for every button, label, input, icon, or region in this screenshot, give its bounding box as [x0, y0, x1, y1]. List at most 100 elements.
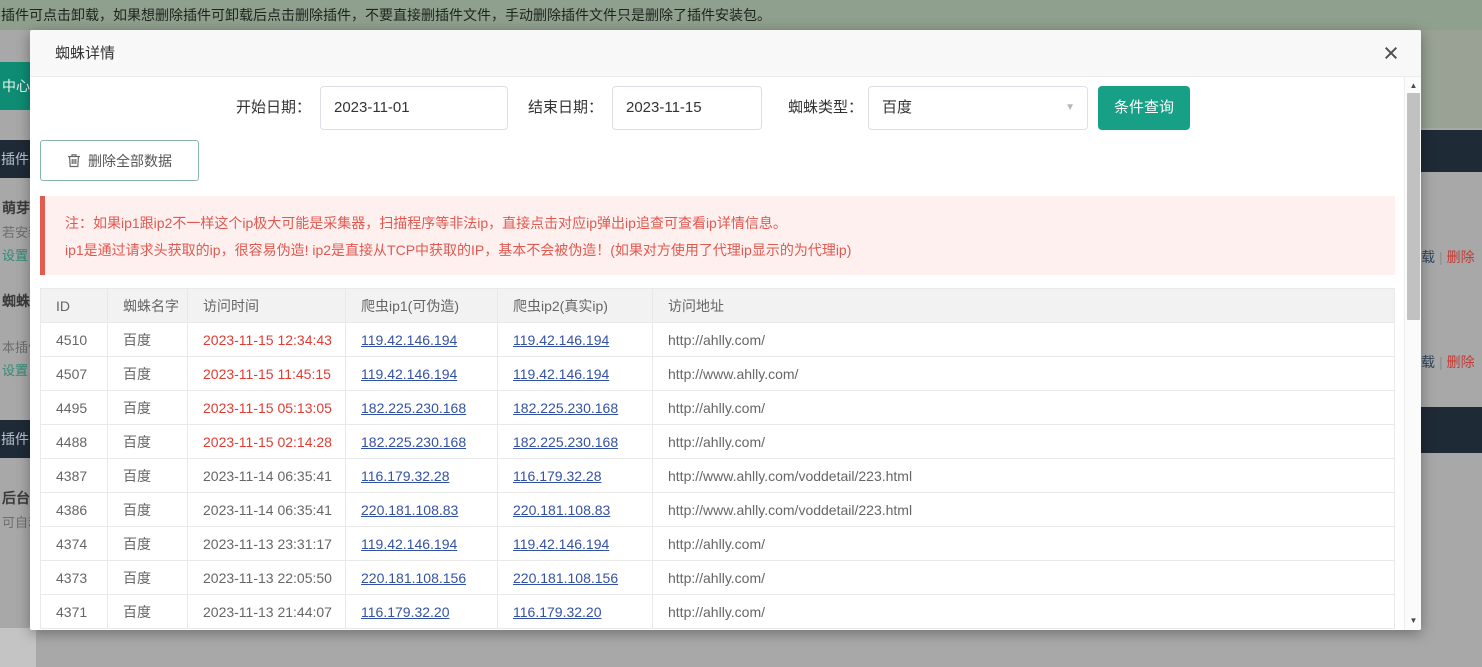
cell-visit-url: http://www.ahlly.com/voddetail/223.html [653, 493, 1395, 527]
cell-visit-time: 2023-11-15 11:45:15 [188, 357, 346, 391]
backdrop-plugin-name-3: 后台登 [2, 488, 32, 508]
cell-ip1-link[interactable]: 116.179.32.28 [361, 468, 450, 484]
cell-ip2: 119.42.146.194 [498, 357, 653, 391]
column-header-2: 访问时间 [188, 289, 346, 323]
backdrop-uninstall-link-2: 载 [1421, 354, 1435, 370]
cell-ip1-link[interactable]: 182.225.230.168 [361, 400, 466, 416]
cell-visit-url: http://ahlly.com/ [653, 561, 1395, 595]
backdrop-plugin-name-2: 蜘蛛统 [2, 291, 32, 311]
spider-table: ID蜘蛛名字访问时间爬虫ip1(可伪造)爬虫ip2(真实ip)访问地址 4510… [40, 288, 1395, 629]
backdrop-settings-link-2: 设置 [2, 360, 32, 379]
table-row: 4488百度2023-11-15 02:14:28182.225.230.168… [41, 425, 1395, 459]
cell-id: 4495 [41, 391, 108, 425]
cell-ip1-link[interactable]: 182.225.230.168 [361, 434, 466, 450]
cell-ip1: 119.42.146.194 [346, 527, 498, 561]
cell-spider-name: 百度 [108, 493, 188, 527]
end-date-input[interactable]: 2023-11-15 [612, 86, 762, 130]
cell-visit-url: http://ahlly.com/ [653, 595, 1395, 629]
backdrop-delete-link-1: 删除 [1447, 249, 1475, 265]
cell-ip2-link[interactable]: 119.42.146.194 [513, 366, 609, 382]
cell-ip1-link[interactable]: 119.42.146.194 [361, 536, 457, 552]
spider-type-select[interactable]: 百度 ▼ [868, 86, 1088, 130]
cell-visit-time: 2023-11-14 06:35:41 [188, 459, 346, 493]
table-row: 4495百度2023-11-15 05:13:05182.225.230.168… [41, 391, 1395, 425]
cell-ip1: 119.42.146.194 [346, 323, 498, 357]
backdrop-action-links-1: 载|删除 [1421, 247, 1482, 267]
cell-ip2: 182.225.230.168 [498, 391, 653, 425]
cell-ip2-link[interactable]: 119.42.146.194 [513, 536, 609, 552]
cell-visit-time: 2023-11-15 12:34:43 [188, 323, 346, 357]
backdrop-action-separator-2: | [1435, 354, 1447, 370]
table-row: 4507百度2023-11-15 11:45:15119.42.146.1941… [41, 357, 1395, 391]
cell-visit-time: 2023-11-15 02:14:28 [188, 425, 346, 459]
backdrop-table-header-left-1: 插件 [0, 140, 30, 178]
scroll-up-icon[interactable]: ▲ [1405, 79, 1421, 93]
cell-ip1: 182.225.230.168 [346, 425, 498, 459]
cell-ip2: 119.42.146.194 [498, 527, 653, 561]
backdrop-table-header-right-1 [1421, 130, 1482, 172]
table-row: 4387百度2023-11-14 06:35:41116.179.32.2811… [41, 459, 1395, 493]
cell-ip2: 220.181.108.156 [498, 561, 653, 595]
backdrop-uninstall-link-1: 载 [1421, 249, 1435, 265]
start-date-input[interactable]: 2023-11-01 [320, 86, 508, 130]
cell-ip2-link[interactable]: 119.42.146.194 [513, 332, 609, 348]
cell-id: 4488 [41, 425, 108, 459]
cell-ip2: 182.225.230.168 [498, 425, 653, 459]
query-button[interactable]: 条件查询 [1098, 86, 1190, 130]
cell-spider-name: 百度 [108, 459, 188, 493]
scroll-down-icon[interactable]: ▼ [1405, 614, 1421, 628]
cell-ip1-link[interactable]: 116.179.32.20 [361, 604, 450, 620]
cell-visit-time: 2023-11-14 06:35:41 [188, 493, 346, 527]
cell-id: 4507 [41, 357, 108, 391]
spider-type-label: 蜘蛛类型： [788, 86, 863, 130]
backdrop-plugin-desc-3: 可自动 [2, 512, 32, 531]
cell-ip1: 182.225.230.168 [346, 391, 498, 425]
cell-ip2-link[interactable]: 220.181.108.156 [513, 570, 618, 586]
cell-ip2: 116.179.32.28 [498, 459, 653, 493]
cell-ip1-link[interactable]: 119.42.146.194 [361, 366, 457, 382]
cell-id: 4374 [41, 527, 108, 561]
table-row: 4510百度2023-11-15 12:34:43119.42.146.1941… [41, 323, 1395, 357]
chevron-down-icon: ▼ [1065, 87, 1075, 129]
backdrop-settings-link-1: 设置 [2, 245, 32, 264]
ip-notice-line1: 注：如果ip1跟ip2不一样这个ip极大可能是采集器，扫描程序等非法ip，直接点… [65, 210, 1395, 237]
column-header-3: 爬虫ip1(可伪造) [346, 289, 498, 323]
cell-visit-url: http://www.ahlly.com/ [653, 357, 1395, 391]
delete-all-data-button[interactable]: 删除全部数据 [40, 140, 199, 181]
backdrop-plugin-center-badge: 中心 [0, 62, 30, 110]
cell-ip2-link[interactable]: 116.179.32.28 [513, 468, 602, 484]
cell-ip2-link[interactable]: 220.181.108.83 [513, 502, 610, 518]
scrollbar-thumb[interactable] [1407, 93, 1420, 320]
cell-ip2: 220.181.108.83 [498, 493, 653, 527]
table-row: 4373百度2023-11-13 22:05:50 220.181.108.156… [41, 561, 1395, 595]
table-row: 4371百度2023-11-13 21:44:07116.179.32.2011… [41, 595, 1395, 629]
cell-visit-time: 2023-11-13 22:05:50 [188, 561, 346, 595]
trash-icon [67, 153, 81, 168]
cell-ip1: 220.181.108.83 [346, 493, 498, 527]
cell-ip1-link[interactable]: 119.42.146.194 [361, 332, 457, 348]
cell-ip1-link[interactable]: 220.181.108.156 [361, 570, 466, 586]
cell-spider-name: 百度 [108, 391, 188, 425]
ip-notice-line2: ip1是通过请求头获取的ip，很容易伪造! ip2是直接从TCP中获取的IP，基… [65, 237, 1395, 264]
cell-ip1: 220.181.108.156 [346, 561, 498, 595]
spider-details-dialog: 蜘蛛详情 × 开始日期： 2023-11-01 结束日期： 2023-11-15… [30, 30, 1421, 630]
backdrop-plugin-desc-1: 若安装 [2, 222, 32, 241]
column-header-5: 访问地址 [653, 289, 1395, 323]
cell-spider-name: 百度 [108, 595, 188, 629]
cell-id: 4373 [41, 561, 108, 595]
column-header-4: 爬虫ip2(真实ip) [498, 289, 653, 323]
dialog-scrollbar[interactable]: ▲ ▼ [1404, 77, 1421, 630]
cell-id: 4510 [41, 323, 108, 357]
cell-ip1-link[interactable]: 220.181.108.83 [361, 502, 458, 518]
cell-ip2-link[interactable]: 182.225.230.168 [513, 400, 618, 416]
cell-ip1: 116.179.32.28 [346, 459, 498, 493]
spider-type-selected-value: 百度 [882, 99, 912, 116]
cell-ip1: 119.42.146.194 [346, 357, 498, 391]
cell-ip2-link[interactable]: 182.225.230.168 [513, 434, 618, 450]
cell-spider-name: 百度 [108, 561, 188, 595]
cell-ip2-link[interactable]: 116.179.32.20 [513, 604, 602, 620]
close-icon[interactable]: × [1375, 38, 1407, 70]
cell-visit-time: 2023-11-13 21:44:07 [188, 595, 346, 629]
cell-ip1: 116.179.32.20 [346, 595, 498, 629]
table-row: 4386百度2023-11-14 06:35:41220.181.108.832… [41, 493, 1395, 527]
